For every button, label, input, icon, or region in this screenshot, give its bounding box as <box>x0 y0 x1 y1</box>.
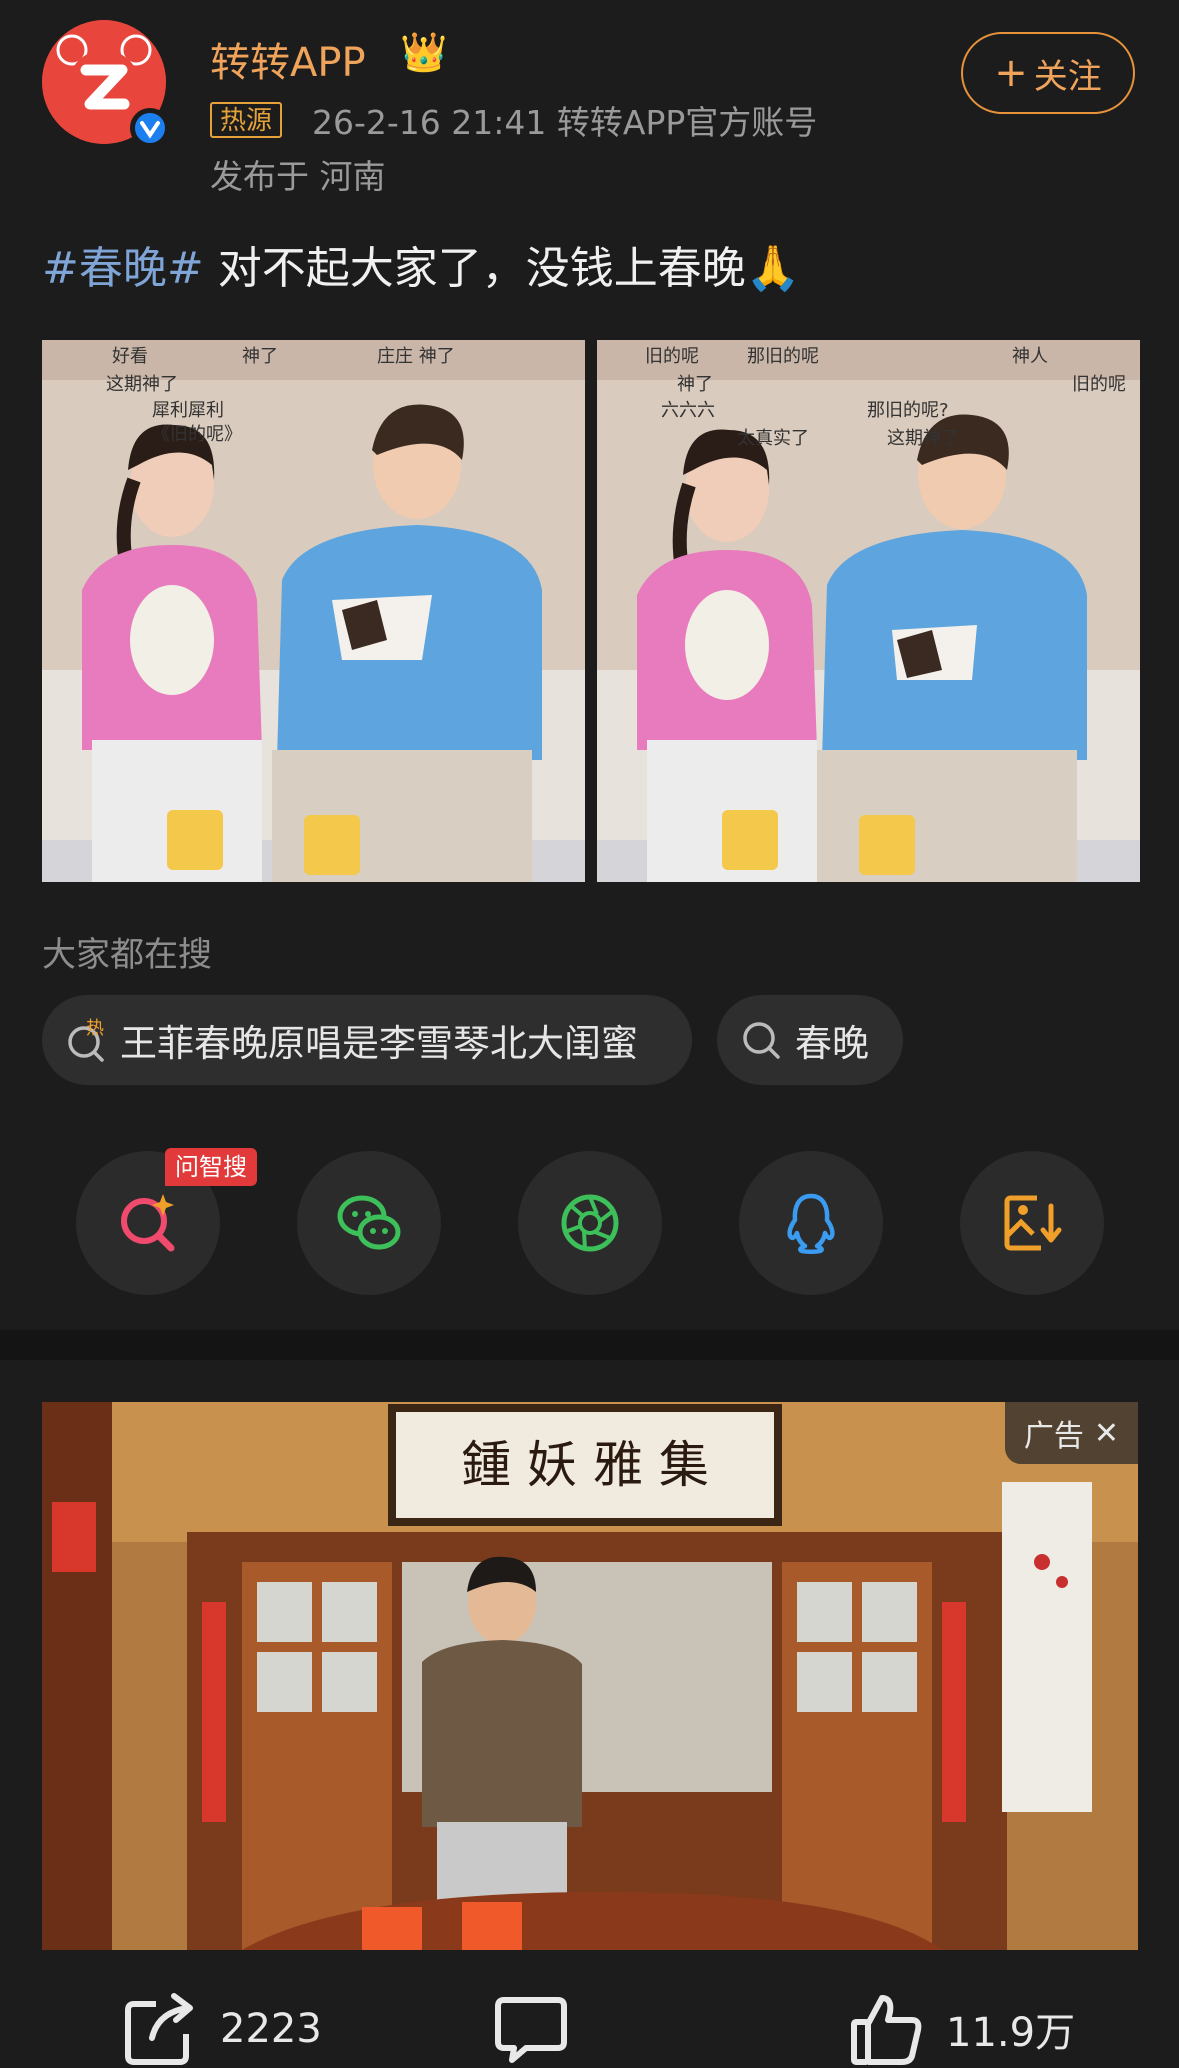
save-image-icon <box>1004 1195 1062 1251</box>
post-meta: 26-2-16 21:41 转转APP官方账号 <box>312 103 818 142</box>
post-text: #春晚# 对不起大家了，没钱上春晚🙏 <box>42 232 801 296</box>
post-location: 发布于 河南 <box>210 157 386 196</box>
danmaku-text: 好看 <box>112 346 148 367</box>
username[interactable]: 转转APP <box>210 30 366 88</box>
danmaku-text: 旧的呢 <box>1072 374 1126 395</box>
danmaku-text: 神了 <box>242 346 278 367</box>
pray-emoji-icon: 🙏 <box>745 243 801 294</box>
share-wechat-button[interactable] <box>297 1151 441 1295</box>
search-suggestion-chip[interactable]: 热 王菲春晚原唱是李雪琴北大闺蜜 <box>42 995 692 1085</box>
repost-button[interactable]: 2223 <box>122 1990 322 2068</box>
qq-icon <box>787 1193 835 1254</box>
plus-icon: + <box>994 50 1028 96</box>
save-image-button[interactable] <box>960 1151 1104 1295</box>
follow-button[interactable]: + 关注 <box>961 32 1135 114</box>
comment-button[interactable] <box>492 1990 570 2068</box>
thumbs-up-icon <box>851 1995 922 2065</box>
wechat-icon <box>337 1195 401 1250</box>
danmaku-text: 神人 <box>1012 346 1048 367</box>
hot-source-tag: 热源 <box>210 102 283 138</box>
hashtag-link[interactable]: #春晚# <box>42 243 204 294</box>
svg-text:热: 热 <box>86 1018 104 1039</box>
ad-plaque-text: 鍾 妖 雅 集 <box>461 1436 709 1494</box>
danmaku-text: 太真实了 <box>737 428 809 449</box>
repost-count: 2223 <box>220 2006 322 2052</box>
section-divider <box>0 1330 1179 1360</box>
ad-label[interactable]: 广告 ✕ <box>1005 1402 1138 1464</box>
danmaku-text: 犀利犀利 <box>152 400 224 421</box>
search-suggestion-text: 春晚 <box>795 1022 869 1065</box>
danmaku-text: 这期神了 <box>887 428 959 449</box>
moments-icon <box>561 1194 619 1252</box>
search-suggestion-chip[interactable]: 春晚 <box>717 995 903 1085</box>
comment-icon <box>495 1997 567 2063</box>
danmaku-text: 那旧的呢? <box>867 400 949 421</box>
search-section-title: 大家都在搜 <box>42 935 212 975</box>
ai-search-icon <box>121 1194 175 1252</box>
like-count: 11.9万 <box>946 2010 1076 2056</box>
danmaku-text: 六六六 <box>661 400 715 421</box>
danmaku-text: 《旧的呢》 <box>152 424 242 445</box>
post-image-2[interactable]: 旧的呢 那旧的呢 神人 神了 六六六 太真实了 那旧的呢? 这期神了 旧的呢 <box>597 340 1140 882</box>
verified-badge-icon <box>130 108 170 148</box>
post-body: 对不起大家了，没钱上春晚 <box>203 243 746 294</box>
search-suggestion-text: 王菲春晚原唱是李雪琴北大闺蜜 <box>120 1022 638 1065</box>
ad-image[interactable]: 鍾 妖 雅 集 <box>42 1402 1138 1950</box>
close-icon[interactable]: ✕ <box>1094 1416 1119 1451</box>
follow-label: 关注 <box>1033 56 1102 97</box>
danmaku-text: 庄庄 神了 <box>377 346 455 367</box>
repost-icon <box>125 1993 193 2065</box>
danmaku-text: 那旧的呢 <box>747 346 819 367</box>
ai-search-badge: 问智搜 <box>165 1148 257 1186</box>
danmaku-text: 这期神了 <box>106 374 178 395</box>
ad-label-text: 广告 <box>1023 1419 1084 1454</box>
share-qq-button[interactable] <box>739 1151 883 1295</box>
danmaku-text: 神了 <box>677 374 713 395</box>
hot-search-icon: 热 <box>68 1018 104 1062</box>
post-image-1[interactable]: 好看 神了 庄庄 神了 这期神了 犀利犀利 《旧的呢》 <box>42 340 585 882</box>
like-button[interactable]: 11.9万 <box>848 1990 1075 2068</box>
share-moments-button[interactable] <box>518 1151 662 1295</box>
crown-icon: 👑 <box>400 30 448 74</box>
danmaku-text: 旧的呢 <box>645 346 699 367</box>
search-icon <box>743 1022 780 1059</box>
